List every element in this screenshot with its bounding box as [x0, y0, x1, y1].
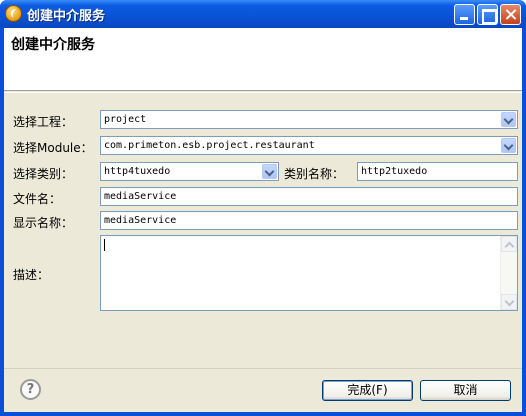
category-name-value: http2tuxedo [361, 166, 428, 177]
category-value: http4tuxedo [104, 166, 171, 177]
divider [4, 92, 522, 93]
text-caret [104, 239, 105, 251]
chevron-down-icon[interactable] [262, 164, 277, 179]
filename-value: mediaService [104, 191, 177, 202]
title-bar[interactable]: 创建中介服务 [0, 0, 526, 28]
category-label: 选择类别： [13, 167, 74, 181]
filename-label: 文件名： [13, 192, 62, 206]
category-combo[interactable]: http4tuxedo [100, 162, 279, 181]
module-label: 选择Module： [13, 141, 93, 155]
maximize-button[interactable] [477, 4, 498, 25]
description-label: 描述： [13, 268, 50, 282]
display-name-value: mediaService [104, 215, 177, 226]
button-bar-divider [4, 368, 522, 369]
chevron-down-icon[interactable] [501, 138, 516, 153]
module-value: com.primeton.esb.project.restaurant [104, 140, 315, 151]
dialog-client: 创建中介服务 选择工程： project 选择Module： com.prime… [4, 28, 522, 412]
description-textarea[interactable] [100, 235, 518, 311]
app-icon [5, 5, 22, 22]
close-button[interactable] [500, 4, 521, 25]
window-title: 创建中介服务 [27, 9, 106, 24]
display-name-field[interactable]: mediaService [100, 211, 518, 230]
chevron-down-icon[interactable] [501, 112, 516, 127]
module-combo[interactable]: com.primeton.esb.project.restaurant [100, 136, 518, 155]
filename-field[interactable]: mediaService [100, 187, 518, 206]
project-value: project [104, 114, 147, 125]
description-scrollbar[interactable] [500, 236, 517, 310]
project-label: 选择工程： [13, 115, 74, 129]
scroll-down-icon[interactable] [501, 294, 517, 310]
minimize-button[interactable] [454, 4, 475, 25]
finish-button[interactable]: 完成(F) [322, 380, 413, 401]
category-name-label: 类别名称： [284, 167, 345, 181]
help-icon[interactable]: ? [20, 379, 41, 400]
wizard-banner: 创建中介服务 [4, 28, 522, 91]
cancel-button[interactable]: 取消 [420, 380, 511, 401]
page-title: 创建中介服务 [11, 37, 95, 53]
project-combo[interactable]: project [100, 110, 518, 129]
dialog-window: 创建中介服务 创建中介服务 选择工程： project 选择Module： co… [0, 0, 526, 416]
display-name-label: 显示名称： [13, 216, 74, 230]
scroll-up-icon[interactable] [501, 236, 517, 252]
category-name-field[interactable]: http2tuxedo [357, 162, 518, 181]
